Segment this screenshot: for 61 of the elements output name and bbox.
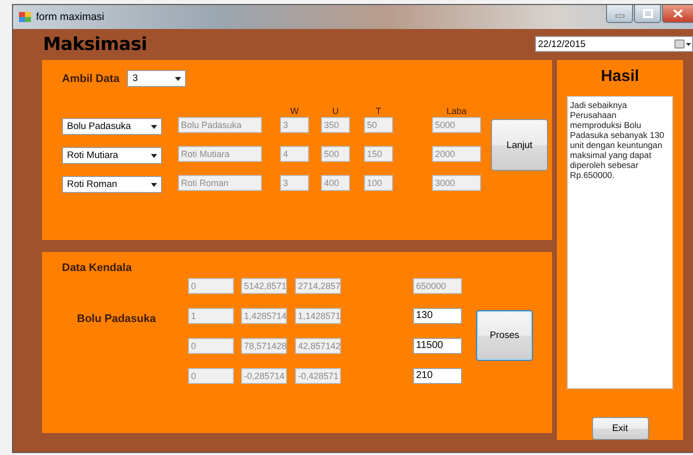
proses-button[interactable]: Proses	[476, 310, 533, 361]
input-field[interactable]: 3	[280, 175, 309, 191]
input-field[interactable]: -0,285714	[241, 368, 287, 384]
form-heading: Maksimasi	[43, 34, 147, 54]
input-field[interactable]: 1,4285714	[241, 308, 287, 324]
exit-button[interactable]: Exit	[592, 417, 648, 440]
input-field[interactable]: 100	[364, 175, 393, 191]
input-field[interactable]: 210	[413, 368, 462, 384]
dropdown[interactable]: 3	[127, 70, 186, 87]
input-field[interactable]: Bolu Padasuka	[178, 117, 262, 133]
calendar-icon	[674, 40, 691, 48]
caret-icon	[151, 154, 157, 158]
minimize-button[interactable]	[606, 5, 633, 23]
column-header: U	[331, 106, 340, 117]
dropdown[interactable]: Roti Mutiara	[62, 147, 162, 164]
input-field[interactable]: Roti Mutiara	[178, 146, 262, 162]
input-field[interactable]: 50	[364, 117, 393, 133]
date-picker[interactable]: 22/12/2015	[535, 36, 693, 52]
input-field[interactable]: 0	[188, 278, 234, 294]
input-field[interactable]: 2714,2857	[295, 278, 341, 294]
caret-icon	[175, 76, 182, 80]
input-field[interactable]: 3	[280, 117, 309, 133]
input-field[interactable]: 4	[280, 146, 309, 162]
caret-icon	[151, 182, 157, 186]
input-field[interactable]: 500	[321, 146, 350, 162]
column-header: T	[374, 106, 382, 117]
input-field[interactable]: 11500	[413, 338, 462, 354]
result-text-area[interactable]: Jadi sebaiknya Perusahaan memproduksi Bolu Padasuka sebanyak 130 unit dengan keuntungan maksimal yang dapat diperoleh sebesar Rp.650000.	[567, 96, 673, 390]
input-field[interactable]: 1	[188, 308, 234, 324]
column-header: W	[289, 106, 300, 117]
input-field[interactable]: 0	[188, 368, 234, 384]
input-field[interactable]: 400	[321, 175, 350, 191]
input-field[interactable]: Roti Roman	[178, 175, 262, 191]
product-label: Bolu Padasuka	[76, 313, 157, 325]
input-field[interactable]: 130	[413, 308, 462, 324]
close-icon	[673, 9, 683, 18]
column-header: Laba	[445, 106, 468, 117]
input-field[interactable]: 5000	[432, 117, 481, 133]
input-field[interactable]: 78,571428	[241, 338, 287, 354]
input-field[interactable]: 150	[364, 146, 393, 162]
maximize-icon	[642, 9, 652, 18]
input-field[interactable]: 42,857142	[295, 338, 341, 354]
input-field[interactable]: 3000	[432, 175, 481, 191]
dropdown[interactable]: Bolu Padasuka	[62, 118, 162, 135]
section-label: Data Kendala	[62, 262, 133, 274]
close-button[interactable]	[662, 5, 693, 23]
dropdown[interactable]: Roti Roman	[62, 176, 162, 193]
input-field[interactable]: 0	[188, 338, 234, 354]
input-field[interactable]: 350	[321, 117, 350, 133]
maximize-button[interactable]	[634, 5, 661, 23]
app-icon	[19, 12, 31, 22]
input-field[interactable]: 5142,8571	[241, 278, 287, 294]
result-heading: Hasil	[600, 68, 640, 86]
input-field[interactable]: -0,428571	[295, 368, 341, 384]
input-field[interactable]: 2000	[432, 146, 481, 162]
window-title: form maximasi	[36, 11, 104, 23]
lanjut-button[interactable]: Lanjut	[491, 119, 548, 171]
caret-icon	[151, 124, 157, 128]
input-field[interactable]: 650000	[413, 278, 462, 294]
field-label: Ambil Data	[62, 72, 120, 84]
input-field[interactable]: 1,1428571	[295, 308, 341, 324]
